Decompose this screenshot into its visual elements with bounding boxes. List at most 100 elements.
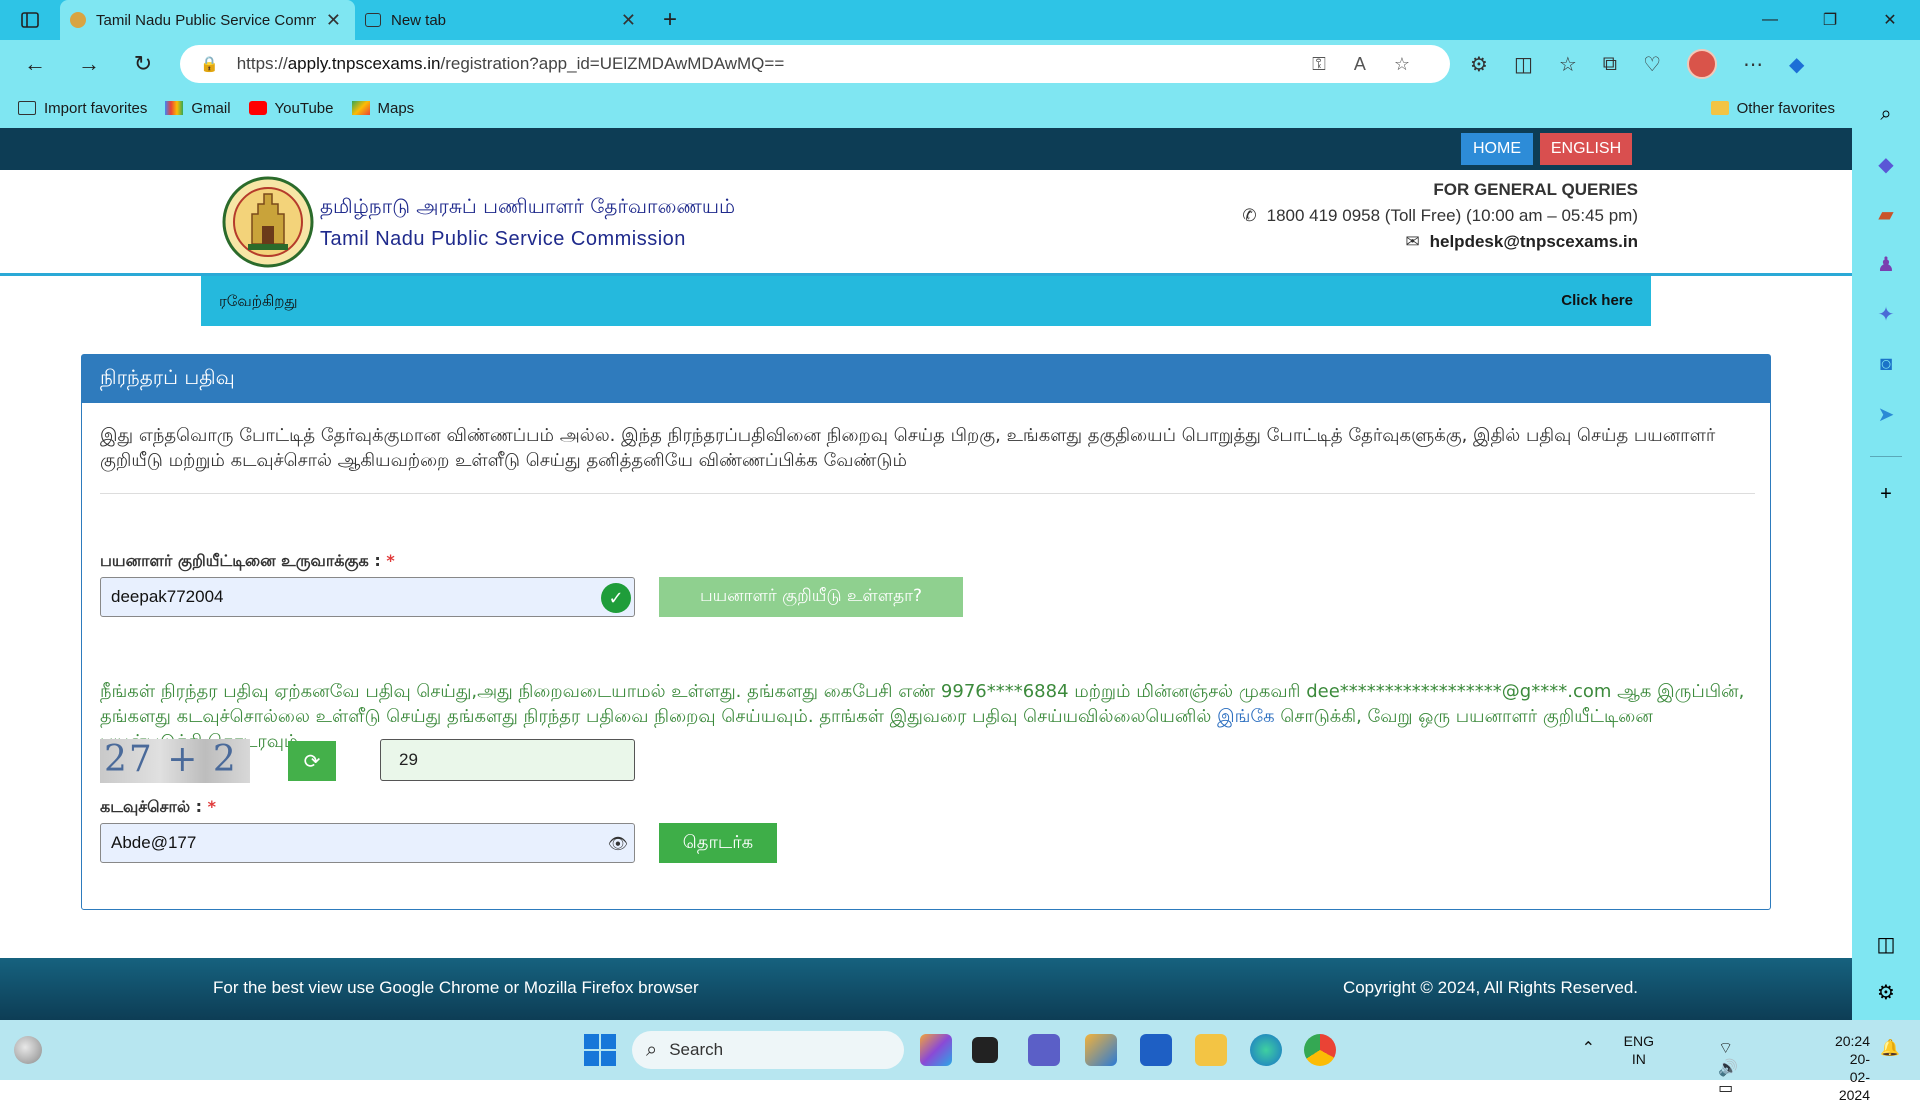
notification-bell-icon[interactable]: 🔔 — [1880, 1038, 1900, 1058]
section-divider — [100, 493, 1755, 494]
url-host: apply.tnpscexams.in — [287, 54, 441, 73]
favorite-youtube[interactable]: YouTube — [248, 99, 334, 117]
site-footer: For the best view use Google Chrome or M… — [0, 958, 1852, 1020]
system-clock[interactable]: 20:24 20-02-2024 — [1835, 1032, 1870, 1104]
tab-tnpsc[interactable]: Tamil Nadu Public Service Comm ✕ — [60, 0, 355, 40]
helpdesk-email[interactable]: ✉ helpdesk@tnpscexams.in — [1405, 232, 1638, 252]
refresh-icon[interactable]: ↻ — [116, 40, 170, 88]
helpline-phone: ✆ 1800 419 0958 (Toll Free) (10:00 am – 0… — [1242, 206, 1638, 226]
sidebar-search-icon[interactable]: ⌕ — [1874, 102, 1898, 126]
sidebar-outlook-icon[interactable]: ◙ — [1874, 352, 1898, 376]
password-input[interactable]: Abde@177 👁 — [100, 823, 635, 863]
envelope-icon: ✉ — [1405, 232, 1420, 251]
required-mark: * — [207, 797, 217, 816]
newtab-favicon-icon — [365, 13, 381, 27]
check-circle-icon: ✓ — [601, 583, 631, 613]
browser-recommendation: For the best view use Google Chrome or M… — [213, 978, 699, 997]
extensions-icon[interactable]: ⚙ — [1470, 52, 1488, 77]
favorite-label: Gmail — [191, 99, 231, 117]
favorite-star-icon[interactable]: ☆ — [1394, 54, 1410, 75]
edge-browser-icon[interactable] — [1250, 1034, 1282, 1066]
language-indicator[interactable]: ENG IN — [1624, 1032, 1654, 1068]
more-menu-icon[interactable]: ⋯ — [1743, 52, 1763, 77]
close-window-icon[interactable]: ✕ — [1860, 0, 1920, 40]
widgets-icon[interactable] — [14, 1036, 42, 1064]
show-hidden-icons-icon[interactable]: ⌃ — [1582, 1038, 1595, 1058]
click-here-link[interactable]: இங்கே — [1217, 706, 1275, 727]
close-tab-icon[interactable]: ✕ — [621, 10, 636, 31]
sidebar-tools-icon[interactable]: ▰ — [1874, 202, 1898, 226]
favorite-label: Maps — [377, 99, 415, 117]
minimize-icon[interactable]: — — [1740, 0, 1800, 40]
userid-input[interactable]: deepak772004 ✓ — [100, 577, 635, 617]
key-icon[interactable]: ⚿ — [1312, 54, 1326, 75]
refresh-captcha-button[interactable]: ⟳ — [288, 741, 336, 781]
forward-icon[interactable]: → — [62, 40, 116, 88]
phone-icon: ✆ — [1242, 206, 1257, 225]
refresh-icon: ⟳ — [303, 750, 321, 773]
collections-icon[interactable]: ⧉ — [1603, 53, 1617, 76]
split-screen-icon[interactable]: ◫ — [1514, 52, 1533, 77]
store-app-icon[interactable] — [1140, 1034, 1172, 1066]
file-explorer-icon[interactable] — [1195, 1034, 1227, 1066]
favorites-bar: Import favorites Gmail YouTube Maps Othe… — [0, 88, 1920, 128]
maps-icon — [351, 101, 370, 115]
home-button[interactable]: HOME — [1461, 133, 1533, 165]
tab-bar: Tamil Nadu Public Service Comm ✕ New tab… — [0, 0, 1920, 40]
sidebar-settings-icon[interactable]: ⚙ — [1874, 980, 1898, 1004]
required-mark: * — [386, 551, 395, 570]
profile-avatar[interactable] — [1687, 49, 1717, 79]
network-volume-battery-icons[interactable]: ⌔🔊▭ — [1718, 1038, 1750, 1098]
site-header: தமிழ்நாடு அரசுப் பணியாளர் தேர்வாணையம் Ta… — [0, 170, 1852, 276]
continue-button[interactable]: தொடர்க — [659, 823, 777, 863]
start-button[interactable] — [584, 1034, 616, 1066]
sidebar-shopping-icon[interactable]: ◆ — [1874, 152, 1898, 176]
web-page: HOME ENGLISH தமிழ்நாடு அரசுப் பணியாளர் த… — [0, 128, 1852, 1020]
close-tab-icon[interactable]: ✕ — [326, 10, 341, 31]
chrome-browser-icon[interactable] — [1304, 1034, 1336, 1066]
org-name-english: Tamil Nadu Public Service Commission — [320, 228, 686, 250]
tab-actions-icon[interactable] — [0, 0, 60, 40]
english-button[interactable]: ENGLISH — [1540, 133, 1632, 165]
teams-meet-icon[interactable] — [1028, 1034, 1060, 1066]
restore-icon[interactable]: ❐ — [1800, 0, 1860, 40]
favorite-label: YouTube — [274, 99, 334, 117]
sidebar-send-icon[interactable]: ➤ — [1874, 402, 1898, 426]
favorite-label: Import favorites — [44, 99, 148, 117]
copilot-preview-app-icon[interactable] — [920, 1034, 952, 1066]
url-path: /registration?app_id=UElZMDAwMDAwMQ== — [440, 54, 785, 73]
photos-app-icon[interactable] — [1085, 1034, 1117, 1066]
show-password-eye-icon[interactable]: 👁 — [608, 834, 628, 854]
userid-label: பயனாளர் குறியீட்டினை உருவாக்குக : * — [100, 551, 395, 572]
phone-text: 1800 419 0958 (Toll Free) (10:00 am – 05… — [1266, 206, 1638, 225]
lock-icon[interactable]: 🔒 — [200, 55, 219, 73]
read-aloud-icon[interactable]: A — [1354, 54, 1366, 75]
sidebar-copilot-icon[interactable]: ✦ — [1874, 302, 1898, 326]
tab-new-tab[interactable]: New tab ✕ — [355, 0, 650, 40]
sidebar-add-icon[interactable]: + — [1874, 482, 1898, 506]
search-icon: ⌕ — [646, 1038, 658, 1061]
favorites-icon[interactable]: ☆ — [1559, 52, 1577, 77]
task-view-icon[interactable] — [972, 1037, 998, 1063]
other-favorites[interactable]: Other favorites — [1710, 100, 1835, 117]
favorite-gmail[interactable]: Gmail — [165, 99, 231, 117]
taskbar-search[interactable]: ⌕ Search — [632, 1031, 904, 1069]
sidebar-panel-icon[interactable]: ◫ — [1874, 932, 1898, 956]
ticker-click-here-link[interactable]: Click here — [1561, 292, 1633, 309]
ticker-text: ரவேற்கிறது — [219, 292, 298, 310]
email-text: helpdesk@tnpscexams.in — [1429, 232, 1638, 251]
favorite-maps[interactable]: Maps — [351, 99, 415, 117]
browser-essentials-icon[interactable]: ♡ — [1643, 52, 1661, 77]
back-icon[interactable]: ← — [8, 40, 62, 88]
check-userid-button[interactable]: பயனாளர் குறியீடு உள்ளதா? — [659, 577, 963, 617]
sidebar-games-icon[interactable]: ♟ — [1874, 252, 1898, 276]
new-tab-button[interactable]: + — [650, 0, 690, 40]
copilot-icon[interactable]: ◆ — [1789, 52, 1804, 77]
lang-code: ENG — [1623, 1033, 1654, 1049]
site-top-strip: HOME ENGLISH — [0, 128, 1852, 170]
tn-emblem-logo — [222, 176, 314, 268]
favorite-import[interactable]: Import favorites — [18, 100, 147, 117]
clock-date: 20-02-2024 — [1838, 1051, 1870, 1103]
url-field[interactable]: 🔒 https://apply.tnpscexams.in/registrati… — [180, 45, 1450, 83]
captcha-answer-input[interactable]: 29 — [380, 739, 635, 781]
